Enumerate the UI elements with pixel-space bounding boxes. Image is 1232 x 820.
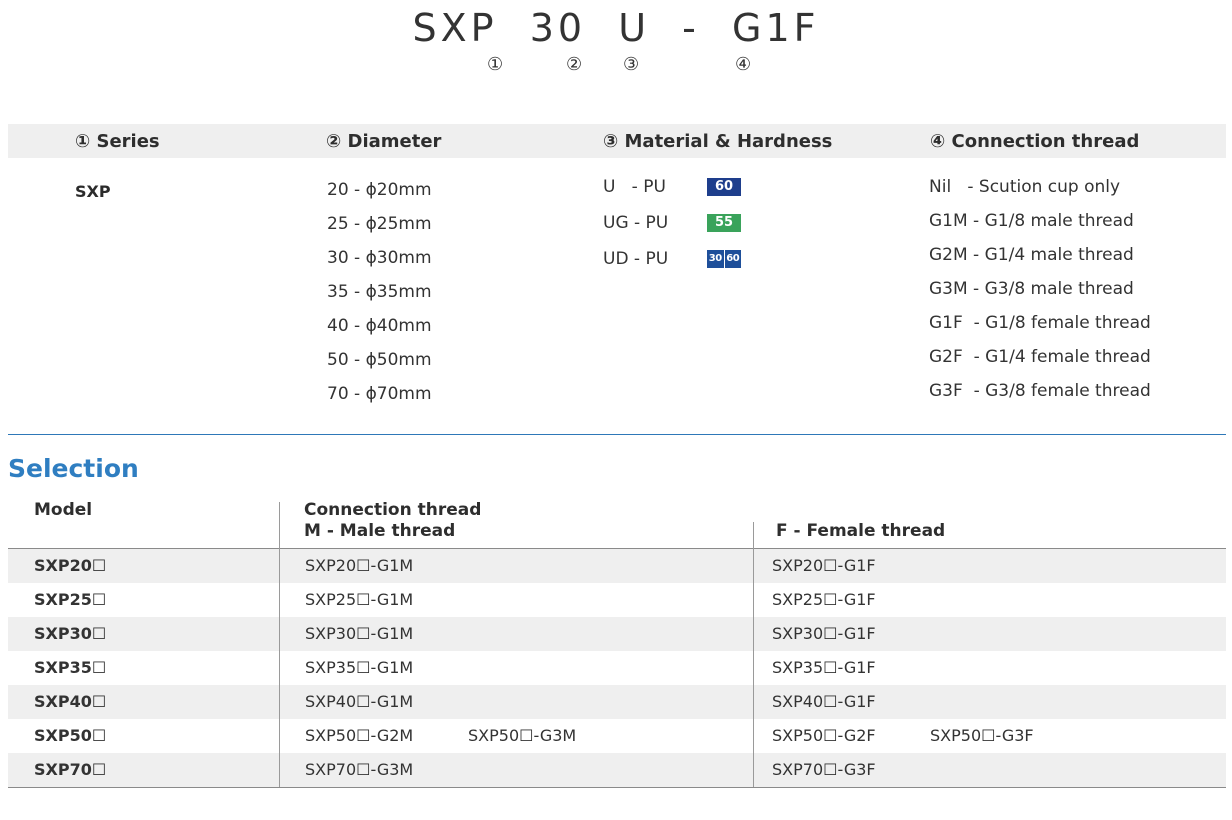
model-cell: SXP35☐ bbox=[34, 658, 107, 677]
hardness-badge: 60 bbox=[707, 178, 741, 196]
marker-material: ③ bbox=[623, 54, 640, 75]
table-row: SXP30☐ SXP30☐-G1M SXP30☐-G1F bbox=[8, 617, 1226, 651]
male-cell: SXP50☐-G2M bbox=[305, 726, 414, 745]
table-row: SXP40☐ SXP40☐-G1M SXP40☐-G1F bbox=[8, 685, 1226, 719]
diameter-list: 20 - ϕ20mm 25 - ϕ25mm 30 - ϕ30mm 35 - ϕ3… bbox=[327, 180, 432, 418]
table-row: SXP20☐ SXP20☐-G1M SXP20☐-G1F bbox=[8, 549, 1226, 583]
list-item: G1M - G1/8 male thread bbox=[929, 211, 1134, 231]
ordering-code-title: SXP 30 U - G1F bbox=[412, 6, 820, 50]
hardness-badge-a: 30 bbox=[707, 250, 725, 268]
female-cell: SXP35☐-G1F bbox=[772, 658, 876, 677]
header-female: F - Female thread bbox=[776, 521, 946, 541]
list-item: 30 - ϕ30mm bbox=[327, 248, 432, 268]
table-row: SXP50☐ SXP50☐-G2M SXP50☐-G3M SXP50☐-G2F … bbox=[8, 719, 1226, 753]
hardness-badge: 30 60 bbox=[707, 250, 741, 268]
header-male: M - Male thread bbox=[304, 521, 456, 541]
material-label: UG - PU bbox=[603, 213, 669, 233]
male-cell: SXP70☐-G3M bbox=[305, 760, 414, 779]
hardness-badge: 55 bbox=[707, 214, 741, 232]
list-item: G2M - G1/4 male thread bbox=[929, 245, 1134, 265]
spec-header-band: ① Series ② Diameter ③ Material & Hardnes… bbox=[8, 124, 1226, 158]
male-cell: SXP35☐-G1M bbox=[305, 658, 414, 677]
table-row: SXP70☐ SXP70☐-G3M SXP70☐-G3F bbox=[8, 753, 1226, 787]
male-cell-alt: SXP50☐-G3M bbox=[468, 726, 577, 745]
marker-series: ① bbox=[487, 54, 504, 75]
list-item: G3F - G3/8 female thread bbox=[929, 381, 1151, 401]
male-cell: SXP30☐-G1M bbox=[305, 624, 414, 643]
thread-list: Nil - Scution cup only G1M - G1/8 male t… bbox=[929, 177, 1151, 415]
table-bottom-rule bbox=[8, 787, 1226, 788]
material-label: UD - PU bbox=[603, 249, 669, 269]
female-cell: SXP70☐-G3F bbox=[772, 760, 876, 779]
female-cell: SXP40☐-G1F bbox=[772, 692, 876, 711]
list-item: 25 - ϕ25mm bbox=[327, 214, 432, 234]
model-cell: SXP50☐ bbox=[34, 726, 107, 745]
material-label: U - PU bbox=[603, 177, 666, 197]
model-cell: SXP30☐ bbox=[34, 624, 107, 643]
male-cell: SXP40☐-G1M bbox=[305, 692, 414, 711]
series-value: SXP bbox=[75, 182, 111, 201]
header-connection-thread: ④ Connection thread bbox=[930, 131, 1140, 152]
marker-diameter: ② bbox=[566, 54, 583, 75]
table-row: SXP25☐ SXP25☐-G1M SXP25☐-G1F bbox=[8, 583, 1226, 617]
female-cell: SXP50☐-G2F bbox=[772, 726, 876, 745]
female-cell-alt: SXP50☐-G3F bbox=[930, 726, 1034, 745]
model-cell: SXP70☐ bbox=[34, 760, 107, 779]
list-item: 70 - ϕ70mm bbox=[327, 384, 432, 404]
material-row-u: U - PU 60 bbox=[603, 177, 741, 213]
hardness-badge-b: 60 bbox=[726, 253, 740, 264]
list-item: Nil - Scution cup only bbox=[929, 177, 1121, 197]
female-cell: SXP25☐-G1F bbox=[772, 590, 876, 609]
header-model: Model bbox=[34, 500, 93, 520]
list-item: G2F - G1/4 female thread bbox=[929, 347, 1151, 367]
table-row: SXP35☐ SXP35☐-G1M SXP35☐-G1F bbox=[8, 651, 1226, 685]
material-row-ug: UG - PU 55 bbox=[603, 213, 741, 249]
male-cell: SXP20☐-G1M bbox=[305, 556, 414, 575]
list-item: 20 - ϕ20mm bbox=[327, 180, 432, 200]
model-cell: SXP40☐ bbox=[34, 692, 107, 711]
header-diameter: ② Diameter bbox=[326, 131, 442, 152]
list-item: G3M - G3/8 male thread bbox=[929, 279, 1134, 299]
material-row-ud: UD - PU 30 60 bbox=[603, 249, 741, 285]
material-list: U - PU 60 UG - PU 55 UD - PU 30 60 bbox=[603, 177, 741, 285]
header-material: ③ Material & Hardness bbox=[603, 131, 833, 152]
list-item: 50 - ϕ50mm bbox=[327, 350, 432, 370]
male-cell: SXP25☐-G1M bbox=[305, 590, 414, 609]
selection-title: Selection bbox=[8, 454, 139, 483]
female-cell: SXP30☐-G1F bbox=[772, 624, 876, 643]
model-cell: SXP20☐ bbox=[34, 556, 107, 575]
header-connection: Connection thread bbox=[304, 500, 482, 520]
list-item: 35 - ϕ35mm bbox=[327, 282, 432, 302]
marker-thread: ④ bbox=[735, 54, 752, 75]
list-item: G1F - G1/8 female thread bbox=[929, 313, 1151, 333]
column-separator-model bbox=[279, 502, 280, 787]
list-item: 40 - ϕ40mm bbox=[327, 316, 432, 336]
model-cell: SXP25☐ bbox=[34, 590, 107, 609]
column-separator-female bbox=[753, 522, 754, 787]
header-series: ① Series bbox=[75, 131, 160, 152]
section-divider bbox=[8, 434, 1226, 435]
female-cell: SXP20☐-G1F bbox=[772, 556, 876, 575]
